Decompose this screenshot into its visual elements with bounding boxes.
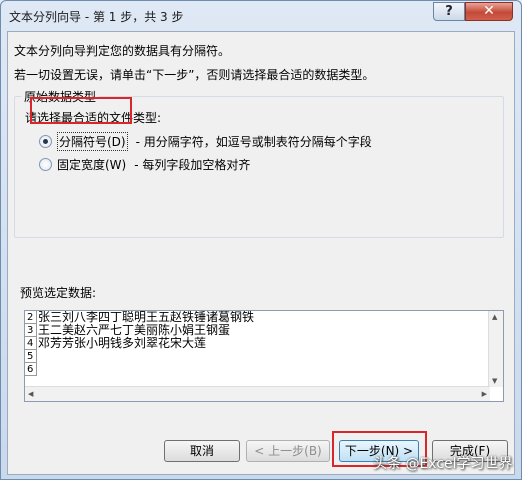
preview-row (38, 350, 254, 363)
cancel-button[interactable]: 取消 (164, 440, 240, 462)
delimited-highlight-box (30, 97, 132, 124)
row-number: 5 (25, 350, 37, 363)
intro-text-1: 文本分列向导判定您的数据具有分隔符。 (14, 44, 231, 58)
delimited-description: - 用分隔字符，如逗号或制表符分隔每个字段 (135, 134, 372, 149)
preview-rows: 张三刘八李四丁聪明王五赵铁锤诸葛钢铁 王二美赵六严七丁美丽陈小娟王钢蛋 邓芳芳张… (38, 311, 254, 376)
row-number: 4 (25, 337, 37, 350)
preview-pane[interactable]: 2 3 4 5 6 张三刘八李四丁聪明王五赵铁锤诸葛钢铁 王二美赵六严七丁美丽陈… (24, 310, 504, 402)
fixed-width-label[interactable]: 固定宽度(W) (57, 156, 126, 173)
text-wizard-window: 文本分列向导 - 第 1 步，共 3 步 ? ✕ 文本分列向导判定您的数据具有分… (0, 0, 522, 480)
row-number: 3 (25, 324, 37, 337)
preview-row-numbers: 2 3 4 5 6 (25, 311, 37, 387)
delimited-label[interactable]: 分隔符号(D) (57, 131, 128, 151)
row-number: 2 (25, 311, 37, 324)
horizontal-scrollbar[interactable]: ◀ ▶ (25, 386, 490, 401)
watermark: 头条 @Excel学习世界 (373, 456, 513, 472)
fixed-width-radio[interactable] (39, 157, 52, 171)
back-button[interactable]: < 上一步(B) (246, 440, 330, 462)
fixed-width-description: - 每列字段加空格对齐 (134, 157, 251, 172)
help-button[interactable]: ? (433, 2, 465, 21)
close-button[interactable]: ✕ (465, 2, 513, 21)
vertical-scrollbar[interactable]: ▲ ▼ (488, 311, 503, 387)
intro-text-2: 若一切设置无误，请单击“下一步”，否则请选择最合适的数据类型。 (14, 68, 375, 82)
row-number: 6 (25, 363, 37, 376)
window-title: 文本分列向导 - 第 1 步，共 3 步 (9, 10, 184, 24)
preview-label: 预览选定数据: (20, 286, 97, 300)
fixed-width-option[interactable]: 固定宽度(W) - 每列字段加空格对齐 (39, 155, 250, 173)
preview-row: 邓芳芳张小明钱多刘翠花宋大莲 (38, 336, 207, 350)
scroll-right-icon[interactable]: ▶ (482, 390, 487, 398)
title-bar[interactable]: 文本分列向导 - 第 1 步，共 3 步 ? ✕ (1, 1, 521, 31)
delimited-option[interactable]: 分隔符号(D) - 用分隔字符，如逗号或制表符分隔每个字段 (39, 131, 372, 151)
scroll-down-icon[interactable]: ▼ (492, 377, 497, 385)
scroll-up-icon[interactable]: ▲ (492, 313, 497, 321)
scroll-left-icon[interactable]: ◀ (28, 390, 33, 398)
preview-row (38, 363, 254, 376)
delimited-radio[interactable] (39, 134, 52, 148)
